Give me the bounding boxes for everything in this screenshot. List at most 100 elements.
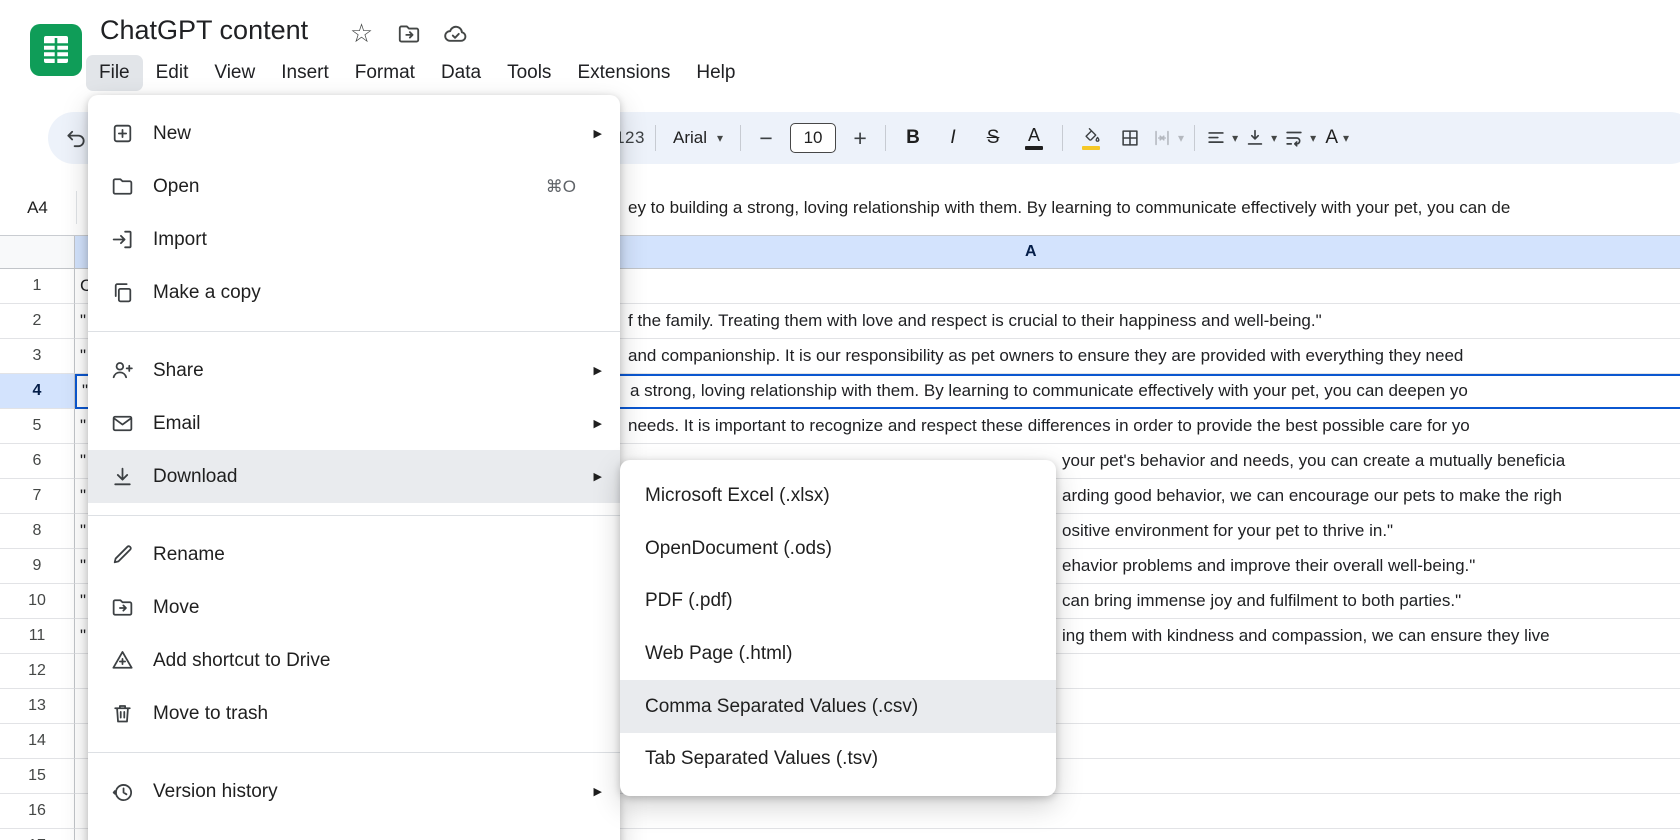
strikethrough-button[interactable]: S <box>973 119 1013 157</box>
row-header-13[interactable]: 13 <box>0 689 75 724</box>
cell-text-lead: " <box>80 304 86 338</box>
email-icon <box>110 411 135 436</box>
chevron-down-icon: ▾ <box>1343 132 1349 144</box>
formula-bar-divider <box>76 191 77 224</box>
select-all-corner[interactable] <box>0 236 75 269</box>
file-menu-item-make-a-copy[interactable]: Make a copy <box>88 266 620 319</box>
cell-text-fragment: and companionship. It is our responsibil… <box>628 339 1463 373</box>
menubar-item-view[interactable]: View <box>201 55 268 91</box>
row-header-6[interactable]: 6 <box>0 444 75 479</box>
star-icon[interactable]: ☆ <box>348 20 375 47</box>
menubar-item-help[interactable]: Help <box>683 55 748 91</box>
font-size-input[interactable]: 10 <box>790 123 836 153</box>
cell-text-lead: " <box>80 339 86 373</box>
file-menu-item-open[interactable]: Open⌘O <box>88 160 620 213</box>
text-wrap-button[interactable]: ▾ <box>1280 119 1319 157</box>
document-title[interactable]: ChatGPT content <box>100 15 308 46</box>
menu-item-label: Rename <box>153 544 602 566</box>
menu-item-label: Version history <box>153 781 588 803</box>
row-header-3[interactable]: 3 <box>0 339 75 374</box>
google-sheets-window: ChatGPT content ☆ FileEditViewInsertForm… <box>0 0 1680 840</box>
download-option-tab-separated-values-tsv[interactable]: Tab Separated Values (.tsv) <box>620 733 1056 786</box>
menubar-item-format[interactable]: Format <box>342 55 428 91</box>
submenu-arrow-icon: ▶ <box>588 364 602 377</box>
row-header-1[interactable]: 1 <box>0 269 75 304</box>
row-header-4[interactable]: 4 <box>0 374 75 409</box>
row-header-14[interactable]: 14 <box>0 724 75 759</box>
font-family-select[interactable]: Arial ▾ <box>663 119 733 157</box>
row-header-11[interactable]: 11 <box>0 619 75 654</box>
horizontal-align-button[interactable]: ▾ <box>1202 119 1241 157</box>
cell-text-lead: " <box>80 444 86 478</box>
fill-color-button[interactable] <box>1070 119 1112 157</box>
move-folder-icon[interactable] <box>395 20 422 47</box>
file-menu-item-import[interactable]: Import <box>88 213 620 266</box>
text-rotation-button[interactable]: A ▾ <box>1319 119 1355 157</box>
chevron-down-icon: ▾ <box>1178 132 1184 144</box>
file-menu-item-email[interactable]: Email▶ <box>88 397 620 450</box>
cell-text-lead: " <box>80 409 86 443</box>
trash-icon <box>110 701 135 726</box>
row-header-2[interactable]: 2 <box>0 304 75 339</box>
file-menu-item-download[interactable]: Download▶ <box>88 450 620 503</box>
bold-button[interactable]: B <box>893 119 933 157</box>
increase-font-size-button[interactable]: + <box>842 119 878 157</box>
file-menu-item-move[interactable]: Move <box>88 581 620 634</box>
import-icon <box>110 227 135 252</box>
file-menu-item-add-shortcut-to-drive[interactable]: Add shortcut to Drive <box>88 634 620 687</box>
file-menu-item-move-to-trash[interactable]: Move to trash <box>88 687 620 740</box>
cell-reference-box[interactable]: A4 <box>0 180 75 235</box>
vertical-align-button[interactable]: ▾ <box>1241 119 1280 157</box>
download-option-opendocument-ods[interactable]: OpenDocument (.ods) <box>620 523 1056 576</box>
row-header-12[interactable]: 12 <box>0 654 75 689</box>
person-add-icon <box>110 358 135 383</box>
submenu-arrow-icon: ▶ <box>588 785 602 798</box>
menubar-item-data[interactable]: Data <box>428 55 494 91</box>
file-menu-item-share[interactable]: Share▶ <box>88 344 620 397</box>
cell-text-fragment: can bring immense joy and fulfilment to … <box>1062 584 1461 618</box>
file-menu-item-rename[interactable]: Rename <box>88 528 620 581</box>
cloud-status-icon[interactable] <box>442 20 469 47</box>
row-header-5[interactable]: 5 <box>0 409 75 444</box>
row-header-15[interactable]: 15 <box>0 759 75 794</box>
cell-text-lead: " <box>80 584 86 618</box>
menubar-item-file[interactable]: File <box>86 55 143 91</box>
menu-divider <box>88 515 620 516</box>
row-header-8[interactable]: 8 <box>0 514 75 549</box>
italic-button[interactable]: I <box>933 119 973 157</box>
row-header-17[interactable]: 17 <box>0 829 75 840</box>
sheets-logo[interactable] <box>30 24 82 76</box>
menubar-item-edit[interactable]: Edit <box>143 55 202 91</box>
row-header-16[interactable]: 16 <box>0 794 75 829</box>
file-menu-item-new[interactable]: New▶ <box>88 107 620 160</box>
submenu-arrow-icon: ▶ <box>588 127 602 140</box>
menu-divider <box>88 331 620 332</box>
download-option-comma-separated-values-csv[interactable]: Comma Separated Values (.csv) <box>620 680 1056 733</box>
text-color-button[interactable]: A <box>1013 119 1055 157</box>
download-option-web-page-html[interactable]: Web Page (.html) <box>620 628 1056 681</box>
menu-item-label: Move <box>153 597 602 619</box>
fill-color-swatch <box>1082 146 1100 150</box>
file-menu-item-version-history[interactable]: Version history▶ <box>88 765 620 818</box>
menubar-item-extensions[interactable]: Extensions <box>564 55 683 91</box>
move-icon <box>110 595 135 620</box>
chevron-down-icon: ▾ <box>717 132 723 144</box>
toolbar-divider <box>885 125 886 151</box>
menu-item-label: Download <box>153 466 588 488</box>
copy-icon <box>110 280 135 305</box>
merge-cells-button[interactable]: ▾ <box>1148 119 1187 157</box>
toolbar-divider <box>740 125 741 151</box>
download-option-pdf-pdf[interactable]: PDF (.pdf) <box>620 575 1056 628</box>
menubar-item-insert[interactable]: Insert <box>268 55 342 91</box>
row-header-10[interactable]: 10 <box>0 584 75 619</box>
menubar-item-tools[interactable]: Tools <box>494 55 564 91</box>
row-header-9[interactable]: 9 <box>0 549 75 584</box>
folder-open-icon <box>110 174 135 199</box>
download-option-microsoft-excel-xlsx[interactable]: Microsoft Excel (.xlsx) <box>620 470 1056 523</box>
borders-button[interactable] <box>1112 119 1148 157</box>
cell-text-fragment: ehavior problems and improve their overa… <box>1062 549 1475 583</box>
decrease-font-size-button[interactable]: − <box>748 119 784 157</box>
cell-text-fragment: your pet's behavior and needs, you can c… <box>1062 444 1565 478</box>
formula-input[interactable]: ey to building a strong, loving relation… <box>628 180 1680 235</box>
row-header-7[interactable]: 7 <box>0 479 75 514</box>
